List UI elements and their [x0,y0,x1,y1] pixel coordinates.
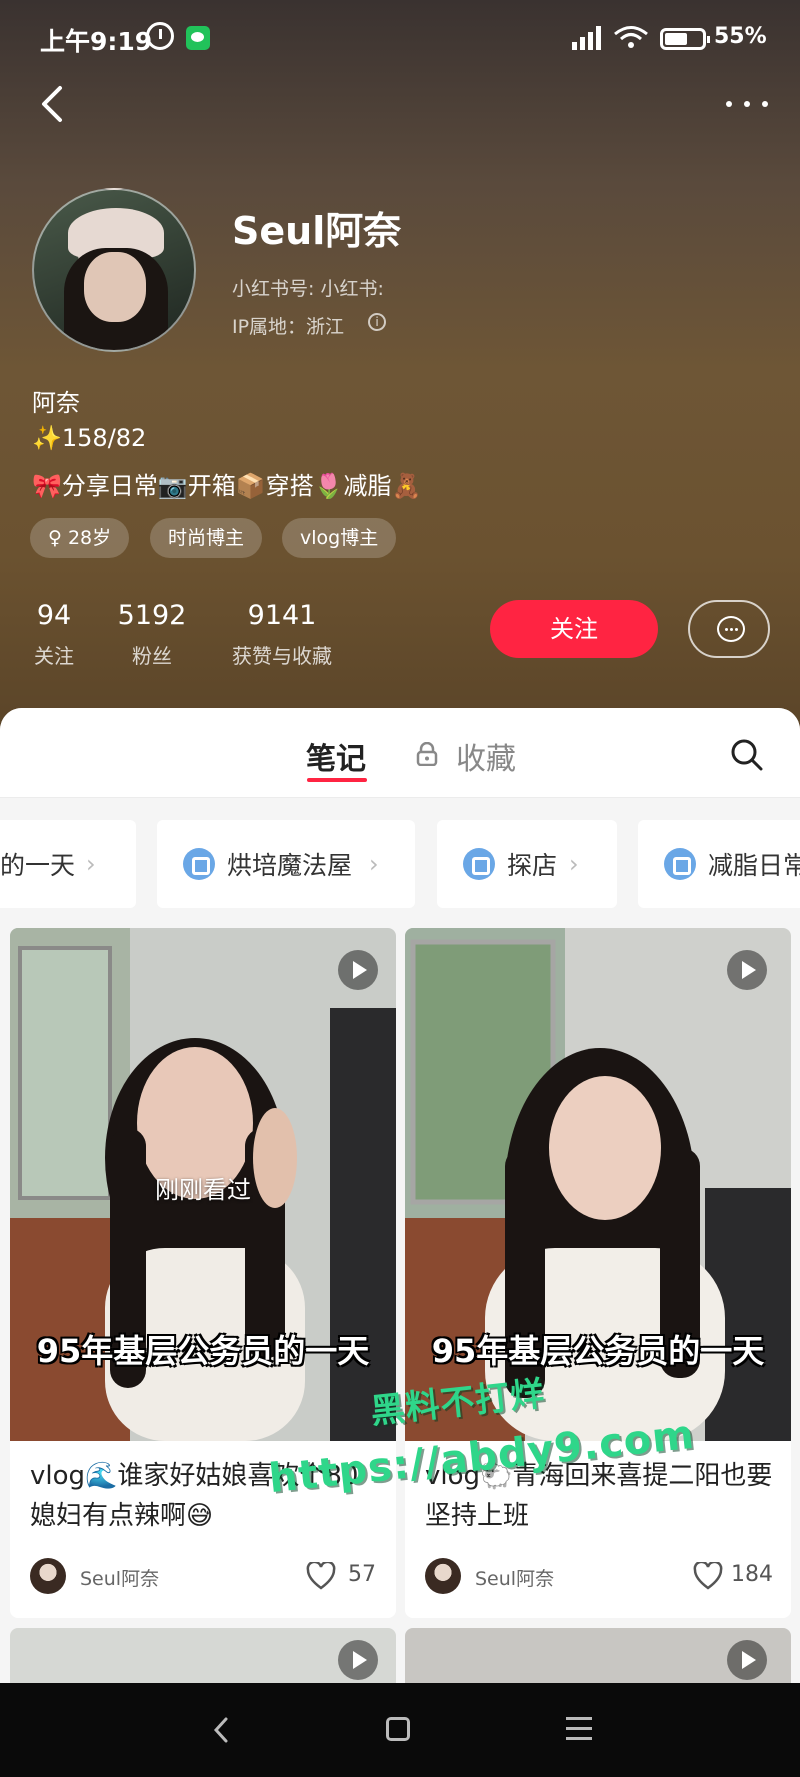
search-icon[interactable] [730,738,764,772]
tag-fashion: 时尚博主 [150,518,263,558]
message-button[interactable] [688,600,770,658]
system-nav-bar [0,1683,800,1777]
recently-viewed-label: 刚刚看过 [155,1176,251,1204]
nav-menu-icon[interactable] [566,1715,592,1743]
profile-name: Seul阿奈 [232,209,402,253]
note-card[interactable]: 刚刚看过 95年基层公务员的一天 vlog🌊谁家好姑娘喜欢个80媳妇有点辣啊😅 … [10,928,396,1618]
note-thumbnail: 95年基层公务员的一天 [405,928,791,1441]
chevron-right-icon: › [569,850,579,878]
content-panel: 笔记 收藏 的一天 › 烘培魔法屋 › 探店 › 减脂日常 刚刚看过 95年基层… [0,708,800,1683]
heart-icon[interactable] [693,1562,723,1590]
collections-row: 的一天 › 烘培魔法屋 › 探店 › 减脂日常 [0,820,800,908]
wifi-icon [614,26,648,48]
like-count: 57 [348,1562,376,1587]
note-card-partial[interactable] [405,1628,791,1683]
chevron-right-icon: › [86,850,96,878]
video-play-icon [338,950,378,990]
bio-line-3: 🎀分享日常📷开箱📦穿搭🌷减脂🧸 [32,472,422,500]
red-id: 小红书号: 小红书: [232,278,384,300]
collection-label: 烘培魔法屋 [227,851,353,880]
note-author: Seul阿奈 [475,1568,555,1590]
status-bar: 上午9:19 55% [0,0,800,80]
followers-count[interactable]: 5192 [112,600,192,631]
collection-icon [664,848,696,880]
collection-label: 的一天 [0,851,76,880]
bio-line-2: ✨158/82 [32,424,147,452]
collection-chip[interactable]: 烘培魔法屋 › [157,820,415,908]
likes-collects-count[interactable]: 9141 [222,600,342,631]
collection-label: 探店 [507,851,558,880]
note-thumbnail: 刚刚看过 95年基层公务员的一天 [10,928,396,1441]
ip-location: IP属地：浙江 [232,316,345,338]
active-tab-indicator [307,778,367,782]
tabs-bar: 笔记 收藏 [0,708,800,798]
nav-home-icon[interactable] [386,1717,410,1741]
battery-icon [660,28,710,50]
wechat-icon [186,26,210,50]
nav-back-icon[interactable] [206,1713,236,1747]
video-play-icon [338,1640,378,1680]
bio-line-1: 阿奈 [32,389,80,417]
heart-icon[interactable] [306,1562,336,1590]
collection-icon [183,848,215,880]
back-arrow-icon[interactable] [34,84,74,124]
following-label: 关注 [34,644,74,668]
follow-button[interactable]: 关注 [490,600,658,658]
note-author: Seul阿奈 [80,1568,160,1590]
note-card-partial[interactable] [10,1628,396,1683]
alarm-icon [146,22,174,50]
chevron-right-icon: › [369,850,379,878]
thumbnail-caption: 95年基层公务员的一天 [431,1332,765,1370]
tab-notes[interactable]: 笔记 [306,734,366,778]
signal-icon [568,24,604,50]
status-time: 上午9:19 [40,27,153,56]
battery-percent: 55% [714,24,767,49]
info-icon[interactable]: i [368,313,386,331]
collection-chip[interactable]: 的一天 › [0,820,136,908]
tag-age: ♀ 28岁 [30,518,130,558]
followers-label: 粉丝 [132,644,172,668]
like-count: 184 [731,1562,773,1587]
video-play-icon [727,1640,767,1680]
lock-icon [416,742,438,766]
profile-avatar[interactable] [32,188,196,352]
chat-bubble-icon [717,616,745,642]
collection-chip[interactable]: 减脂日常 [638,820,800,908]
thumbnail-caption: 95年基层公务员的一天 [36,1332,370,1370]
tab-collect[interactable]: 收藏 [456,734,516,778]
tag-vlog: vlog博主 [282,518,397,558]
following-count[interactable]: 94 [24,600,84,631]
collection-chip[interactable]: 探店 › [437,820,617,908]
collection-icon [463,848,495,880]
author-avatar [425,1558,461,1594]
collection-label: 减脂日常 [708,851,800,880]
more-options-icon[interactable] [722,92,772,116]
likes-collects-label: 获赞与收藏 [232,644,332,668]
author-avatar [30,1558,66,1594]
note-card[interactable]: 95年基层公务员的一天 vlog🐑青海回来喜提二阳也要坚持上班 Seul阿奈 1… [405,928,791,1618]
video-play-icon [727,950,767,990]
